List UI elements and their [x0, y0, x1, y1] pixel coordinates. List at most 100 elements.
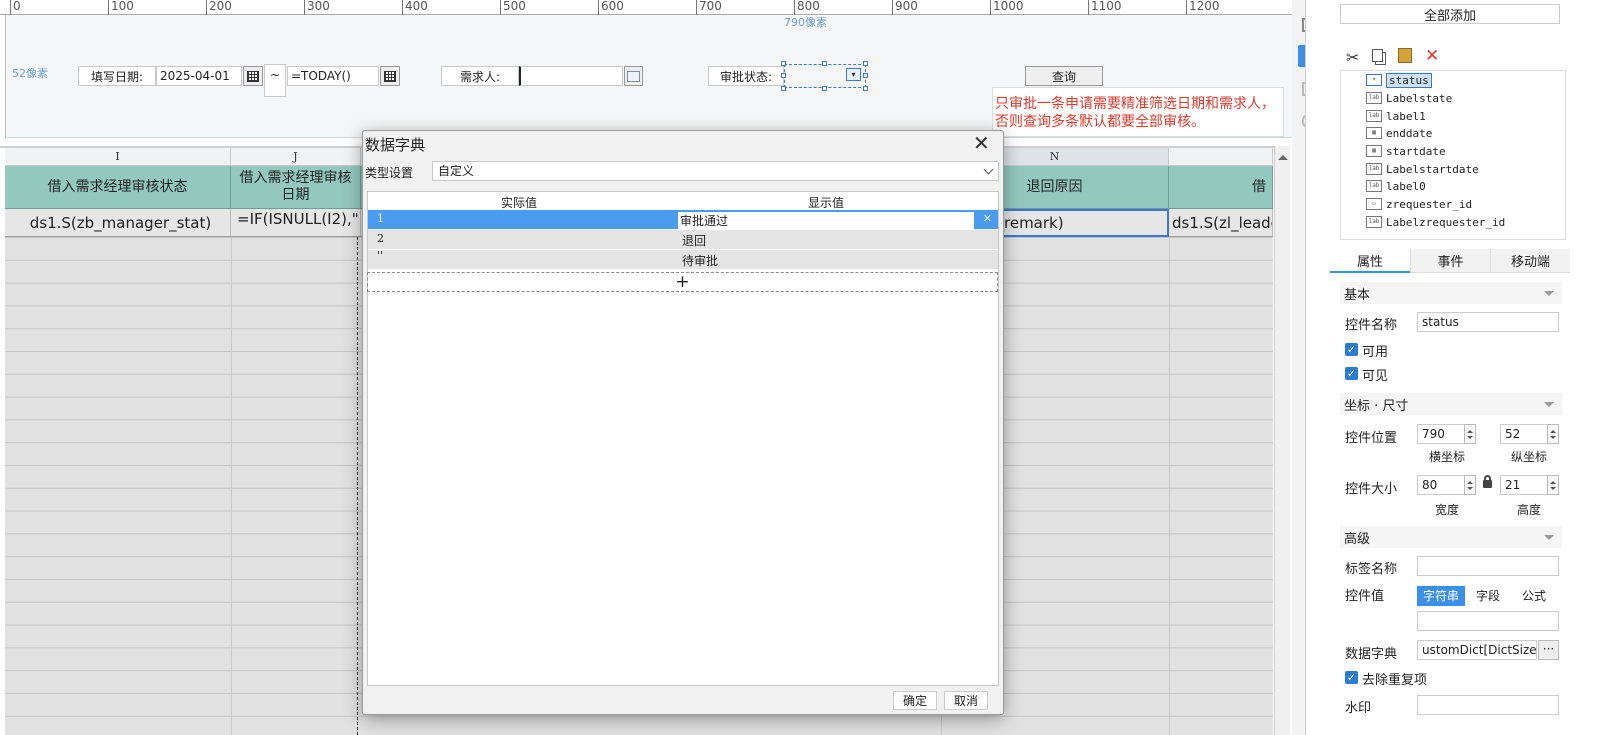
status-combo-selected[interactable]: ▾ — [784, 64, 866, 88]
data-cell[interactable]: =IF(ISNULL(I2),"",TODAY()) — [231, 209, 361, 237]
date-icon: ▦ — [1366, 127, 1382, 139]
dedupe-checkbox[interactable]: ✓ — [1345, 671, 1358, 684]
label-icon: lab — [1366, 92, 1382, 104]
section-advanced[interactable]: 高级 — [1340, 526, 1562, 548]
requester-input[interactable] — [519, 66, 623, 86]
date-icon: ▦ — [1366, 145, 1382, 157]
type-select[interactable]: 自定义 — [432, 161, 999, 181]
position-y-spinner[interactable] — [1547, 424, 1559, 444]
tree-item[interactable]: ▦ startdate — [1366, 143, 1446, 159]
position-y-input[interactable]: 52 — [1500, 424, 1548, 444]
ruler-mark: 200 — [206, 0, 232, 15]
tag-name-input[interactable] — [1417, 556, 1559, 576]
column-header-i[interactable]: I — [5, 148, 231, 166]
watermark-input[interactable] — [1417, 695, 1559, 715]
column-header-j[interactable]: J — [231, 148, 361, 166]
vertical-ruler — [0, 15, 6, 138]
tab-mobile[interactable]: 移动端 — [1490, 249, 1570, 273]
tree-item[interactable]: lab Labelzrequester_id — [1366, 214, 1505, 230]
height-input[interactable]: 21 — [1500, 475, 1548, 495]
ruler-mark: 1200 — [1186, 0, 1220, 15]
tree-item[interactable]: ▭ zrequester_id — [1366, 196, 1472, 212]
requester-picker-button[interactable] — [624, 66, 643, 86]
ruler-mark: 300 — [304, 0, 330, 15]
tree-item[interactable]: lab Labelstate — [1366, 90, 1452, 106]
label-icon: lab — [1366, 163, 1382, 175]
position-x-spinner[interactable] — [1464, 424, 1476, 444]
copy-icon[interactable] — [1372, 49, 1383, 62]
section-geometry[interactable]: 坐标 · 尺寸 — [1340, 393, 1562, 415]
tree-item[interactable]: lab Labelstartdate — [1366, 161, 1479, 177]
lock-shackle — [1484, 475, 1491, 482]
width-spinner[interactable] — [1464, 475, 1476, 495]
control-value-input[interactable] — [1417, 611, 1559, 631]
size-label: 控件大小 — [1345, 482, 1398, 497]
column-header-o[interactable] — [1169, 148, 1273, 166]
tree-item[interactable]: lab label0 — [1366, 178, 1426, 194]
ruler-mark: 600 — [598, 0, 624, 15]
data-cell[interactable]: ds1.S(zb_manager_stat) — [5, 209, 231, 237]
combo-icon: ▾ — [1366, 74, 1382, 86]
chevron-down-icon[interactable] — [983, 164, 994, 175]
tab-properties[interactable]: 属性 — [1330, 249, 1410, 273]
remove-row-icon[interactable]: ✕ — [983, 212, 992, 225]
width-input[interactable]: 80 — [1417, 475, 1465, 495]
close-icon[interactable]: ✕ — [973, 131, 990, 155]
tree-item[interactable]: lab label1 — [1366, 108, 1426, 124]
date-label: 填写日期: — [78, 66, 156, 86]
header-cell[interactable]: 借入需求经理审核日期 — [231, 166, 361, 209]
control-name-input[interactable]: status — [1417, 312, 1559, 332]
data-dict-input[interactable]: ustomDict[DictSize:3] — [1417, 640, 1537, 660]
paste-icon[interactable] — [1398, 48, 1412, 63]
cut-icon[interactable]: ✂ — [1346, 48, 1359, 67]
header-cell[interactable]: 借入需求经理审核状态 — [5, 166, 231, 209]
end-calendar-button[interactable] — [380, 66, 400, 86]
section-basic[interactable]: 基本 — [1340, 282, 1562, 304]
data-cell[interactable]: ds1.S(zl_leader — [1169, 209, 1273, 237]
table-row[interactable]: '' 待审批 — [368, 249, 998, 269]
watermark-label: 水印 — [1345, 701, 1372, 716]
query-button[interactable]: 查询 — [1025, 66, 1103, 86]
x-caption: 横坐标 — [1429, 450, 1466, 464]
tree-item[interactable]: ▦ enddate — [1366, 125, 1432, 141]
col-display-header: 显示值 — [808, 196, 845, 210]
notice-text: 只审批一条申请需要精准筛选日期和需求人，否则查询多条默认都要全部审核。 — [992, 87, 1284, 137]
value-tab-field[interactable]: 字段 — [1465, 586, 1511, 606]
ruler-mark: 100 — [108, 0, 134, 15]
width-caption: 宽度 — [1435, 503, 1460, 517]
end-date-input[interactable]: =TODAY() — [287, 66, 379, 86]
ok-button[interactable]: 确定 — [893, 691, 937, 710]
add-all-button[interactable]: 全部添加 — [1340, 4, 1560, 24]
start-calendar-button[interactable] — [243, 66, 263, 86]
delete-icon[interactable]: ✕ — [1425, 46, 1439, 66]
tilde-label: ~ — [264, 64, 286, 97]
start-date-input[interactable]: 2025-04-01 — [156, 66, 242, 86]
scroll-up-icon[interactable] — [1278, 150, 1288, 160]
enabled-checkbox[interactable]: ✓ — [1345, 343, 1358, 356]
x-position-indicator: 790像素 — [784, 16, 827, 29]
horizontal-ruler: 0 100 200 300 400 500 600 700 800 900 10… — [0, 0, 1305, 15]
table-row[interactable]: 1 审批通过 ✕ — [368, 210, 998, 229]
height-spinner[interactable] — [1547, 475, 1559, 495]
ruler-mark: 900 — [892, 0, 918, 15]
header-cell[interactable]: 借 — [1169, 166, 1273, 209]
ruler-mark: 1000 — [990, 0, 1024, 15]
status-label: 审批状态: — [708, 66, 784, 86]
cancel-button[interactable]: 取消 — [944, 691, 988, 710]
label-icon: lab — [1366, 216, 1382, 228]
position-x-input[interactable]: 790 — [1417, 424, 1465, 444]
enabled-label: 可用 — [1362, 345, 1389, 360]
sheet-scrollbar[interactable] — [1274, 146, 1290, 735]
dropdown-arrow-icon[interactable]: ▾ — [846, 68, 861, 81]
ruler-mark: 800 — [794, 0, 820, 15]
visible-checkbox[interactable]: ✓ — [1345, 367, 1358, 380]
tab-events[interactable]: 事件 — [1410, 249, 1490, 273]
value-tab-string[interactable]: 字符串 — [1417, 586, 1465, 606]
type-label: 类型设置 — [365, 166, 414, 180]
more-icon[interactable]: ··· — [1538, 640, 1559, 660]
value-tab-formula[interactable]: 公式 — [1511, 586, 1557, 606]
tree-item-status[interactable]: ▾ status — [1366, 72, 1432, 88]
table-row[interactable]: 2 退回 — [368, 230, 998, 249]
add-row-button[interactable]: + — [367, 272, 998, 292]
y-caption: 纵坐标 — [1511, 450, 1548, 464]
